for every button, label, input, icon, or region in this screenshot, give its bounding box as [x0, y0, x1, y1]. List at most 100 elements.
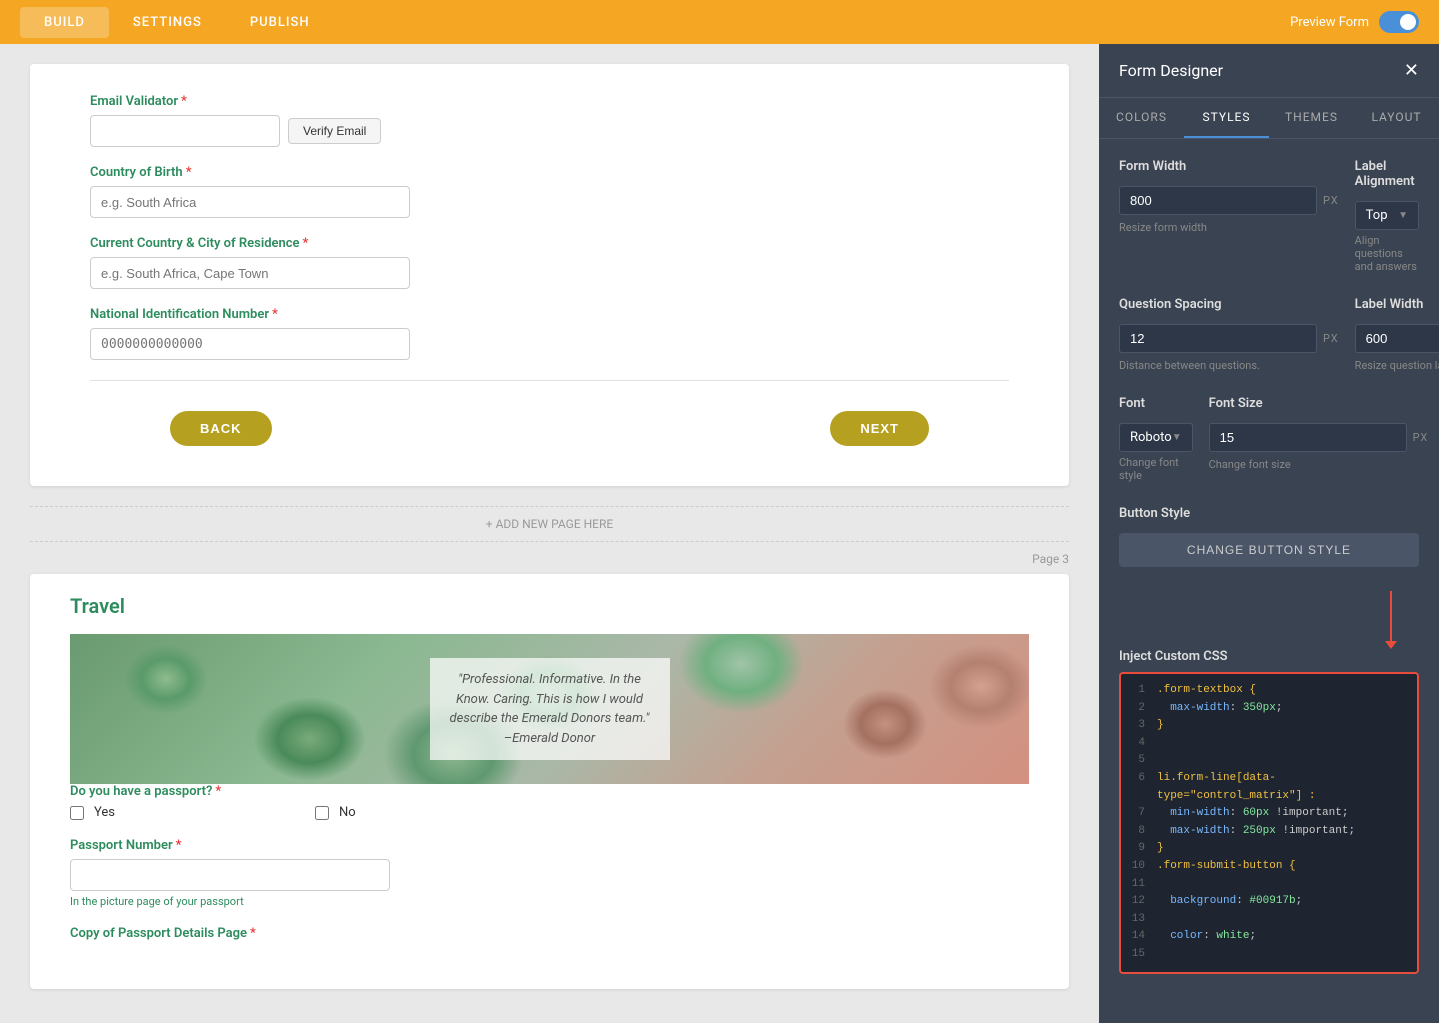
- passport-number-input[interactable]: [70, 859, 390, 891]
- tab-layout[interactable]: LAYOUT: [1354, 98, 1439, 138]
- page-number: Page 3: [30, 552, 1069, 566]
- question-spacing-unit: PX: [1323, 332, 1339, 345]
- css-line-7: 7 min-width: 60px !important;: [1129, 805, 1409, 823]
- form-width-input-row: PX: [1119, 186, 1339, 215]
- field-current-country-city: Current Country & City of Residence*: [90, 236, 1009, 289]
- css-editor[interactable]: 1 .form-textbox { 2 max-width: 350px; 3 …: [1119, 672, 1419, 974]
- inject-css-section: Inject Custom CSS 1 .form-textbox { 2 ma…: [1119, 649, 1419, 974]
- css-line-3: 3 }: [1129, 717, 1409, 735]
- label-width-hint: Resize question label width: [1355, 359, 1439, 372]
- passport-question: Do you have a passport?* Yes No: [70, 784, 1029, 820]
- field-email-validator: Email Validator* Verify Email: [90, 94, 1009, 147]
- nav-right: Preview Form: [1290, 11, 1419, 33]
- email-validator-label: Email Validator*: [90, 94, 1009, 109]
- css-line-8: 8 max-width: 250px !important;: [1129, 823, 1409, 841]
- css-line-10: 10 .form-submit-button {: [1129, 858, 1409, 876]
- question-spacing-hint: Distance between questions.: [1119, 359, 1339, 372]
- css-line-15: 15: [1129, 946, 1409, 964]
- field-national-id: National Identification Number*: [90, 307, 1009, 360]
- inject-css-label: Inject Custom CSS: [1119, 649, 1419, 664]
- main-layout: Email Validator* Verify Email Country of…: [0, 44, 1439, 1023]
- required-star: *: [250, 926, 256, 941]
- css-line-2: 2 max-width: 350px;: [1129, 700, 1409, 718]
- email-input[interactable]: [90, 115, 280, 147]
- form-width-section: Form Width PX Resize form width: [1119, 159, 1339, 273]
- national-id-input[interactable]: [90, 328, 410, 360]
- form-area: Email Validator* Verify Email Country of…: [0, 44, 1099, 1023]
- national-id-label: National Identification Number*: [90, 307, 1009, 322]
- font-size-input[interactable]: [1209, 423, 1407, 452]
- nav-settings[interactable]: SETTINGS: [109, 7, 226, 38]
- css-line-5: 5: [1129, 752, 1409, 770]
- email-row: Verify Email: [90, 115, 1009, 147]
- tab-colors[interactable]: COLORS: [1099, 98, 1184, 138]
- required-star: *: [303, 236, 309, 251]
- css-line-14: 14 color: white;: [1129, 928, 1409, 946]
- no-option[interactable]: No: [315, 805, 356, 820]
- yes-checkbox[interactable]: [70, 806, 84, 820]
- preview-form-label: Preview Form: [1290, 15, 1369, 30]
- no-checkbox[interactable]: [315, 806, 329, 820]
- label-alignment-label: Label Alignment: [1355, 159, 1419, 189]
- field-copy-passport: Copy of Passport Details Page*: [70, 926, 1029, 941]
- form-width-input[interactable]: [1119, 186, 1317, 215]
- font-size-input-row: PX: [1209, 423, 1429, 452]
- next-button[interactable]: NEXT: [830, 411, 929, 446]
- nav-publish[interactable]: PUBLISH: [226, 7, 334, 38]
- quote-overlay: "Professional. Informative. In the Know.…: [430, 658, 670, 760]
- top-nav: BUILD SETTINGS PUBLISH Preview Form: [0, 0, 1439, 44]
- question-spacing-section: Question Spacing PX Distance between que…: [1119, 297, 1339, 372]
- chevron-down-icon: ▼: [1398, 210, 1408, 221]
- label-width-input[interactable]: [1355, 324, 1439, 353]
- add-page-row[interactable]: + ADD NEW PAGE HERE: [30, 506, 1069, 542]
- question-spacing-input[interactable]: [1119, 324, 1317, 353]
- css-line-13: 13: [1129, 911, 1409, 929]
- font-size-unit: PX: [1413, 431, 1429, 444]
- close-panel-button[interactable]: ✕: [1404, 60, 1419, 81]
- required-star: *: [215, 784, 221, 799]
- css-line-1: 1 .form-textbox {: [1129, 682, 1409, 700]
- font-dropdown[interactable]: Roboto ▼: [1119, 423, 1193, 452]
- panel-tabs: COLORS STYLES THEMES LAYOUT: [1099, 98, 1439, 139]
- change-button-style-button[interactable]: CHANGE BUTTON STYLE: [1119, 533, 1419, 567]
- panel-header: Form Designer ✕: [1099, 44, 1439, 98]
- tab-themes[interactable]: THEMES: [1269, 98, 1354, 138]
- form-designer-panel: Form Designer ✕ COLORS STYLES THEMES LAY…: [1099, 44, 1439, 1023]
- arrow-head-icon: [1385, 641, 1397, 649]
- form-width-label: Form Width: [1119, 159, 1339, 174]
- css-line-9: 9 }: [1129, 840, 1409, 858]
- font-section: Font Roboto ▼ Change font style: [1119, 396, 1193, 482]
- tab-styles[interactable]: STYLES: [1184, 98, 1269, 138]
- travel-quote-text: "Professional. Informative. In the Know.…: [450, 670, 650, 748]
- country-birth-label: Country of Birth*: [90, 165, 1009, 180]
- no-label: No: [339, 805, 356, 820]
- current-country-city-input[interactable]: [90, 257, 410, 289]
- panel-title: Form Designer: [1119, 61, 1223, 80]
- required-star: *: [272, 307, 278, 322]
- question-spacing-label: Question Spacing: [1119, 297, 1339, 312]
- nav-build[interactable]: BUILD: [20, 7, 109, 38]
- form-divider: [90, 380, 1009, 381]
- label-width-input-row: PX: [1355, 324, 1439, 353]
- button-style-label: Button Style: [1119, 506, 1419, 521]
- travel-title: Travel: [70, 594, 1029, 618]
- required-star: *: [186, 165, 192, 180]
- nav-items: BUILD SETTINGS PUBLISH: [20, 7, 334, 38]
- yes-option[interactable]: Yes: [70, 805, 115, 820]
- form-width-hint: Resize form width: [1119, 221, 1339, 234]
- yes-label: Yes: [94, 805, 115, 820]
- preview-toggle[interactable]: [1379, 11, 1419, 33]
- country-birth-input[interactable]: [90, 186, 410, 218]
- panel-body: Form Width PX Resize form width Label Al…: [1099, 139, 1439, 1023]
- passport-hint: In the picture page of your passport: [70, 895, 1029, 908]
- form-card: Email Validator* Verify Email Country of…: [30, 64, 1069, 486]
- font-size-section: Font Size PX Change font size: [1209, 396, 1429, 482]
- form-nav-buttons: BACK NEXT: [90, 401, 1009, 456]
- required-star: *: [181, 94, 187, 109]
- label-alignment-dropdown[interactable]: Top ▼: [1355, 201, 1419, 230]
- font-size-label: Font Size: [1209, 396, 1429, 411]
- verify-email-button[interactable]: Verify Email: [288, 118, 381, 144]
- passport-number-label: Passport Number*: [70, 838, 1029, 853]
- back-button[interactable]: BACK: [170, 411, 272, 446]
- passport-checkbox-group: Yes No: [70, 805, 1029, 820]
